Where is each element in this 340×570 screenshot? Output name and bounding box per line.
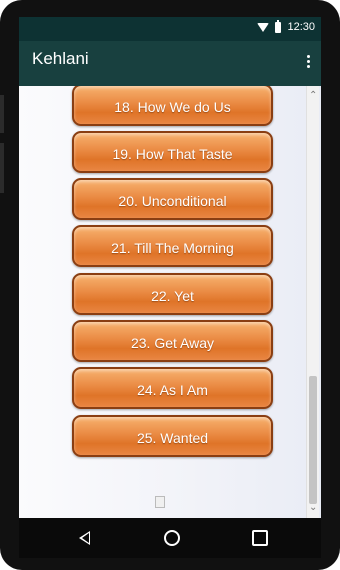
battery-icon <box>275 19 282 33</box>
phone-frame: 12:30 Kehlani 18. How We do Us 19. How T… <box>0 0 340 570</box>
app-bar: Kehlani <box>19 41 321 86</box>
home-icon[interactable] <box>164 530 180 546</box>
song-button-25[interactable]: 25. Wanted <box>72 415 273 457</box>
back-icon[interactable] <box>79 531 90 545</box>
wifi-icon <box>257 22 270 32</box>
recents-icon[interactable] <box>252 530 268 546</box>
song-list: 18. How We do Us 19. How That Taste 20. … <box>19 86 321 518</box>
page-icon <box>155 496 165 508</box>
song-button-20[interactable]: 20. Unconditional <box>72 178 273 220</box>
scroll-down-icon[interactable]: ⌄ <box>309 503 317 513</box>
song-button-21[interactable]: 21. Till The Morning <box>72 225 273 267</box>
status-time: 12:30 <box>287 21 315 33</box>
status-bar: 12:30 <box>19 17 321 41</box>
song-button-24[interactable]: 24. As I Am <box>72 367 273 409</box>
song-button-19[interactable]: 19. How That Taste <box>72 131 273 173</box>
navigation-bar <box>19 518 321 558</box>
scroll-thumb[interactable] <box>309 376 317 504</box>
song-button-22[interactable]: 22. Yet <box>72 273 273 315</box>
song-button-23[interactable]: 23. Get Away <box>72 320 273 362</box>
app-title: Kehlani <box>32 49 89 68</box>
overflow-menu-icon[interactable] <box>305 55 311 68</box>
volume-up-button <box>0 95 4 133</box>
power-button <box>0 143 4 193</box>
scrollbar[interactable]: ⌃ ⌄ <box>306 86 319 518</box>
scroll-up-icon[interactable]: ⌃ <box>309 91 317 101</box>
song-button-18[interactable]: 18. How We do Us <box>72 86 273 126</box>
